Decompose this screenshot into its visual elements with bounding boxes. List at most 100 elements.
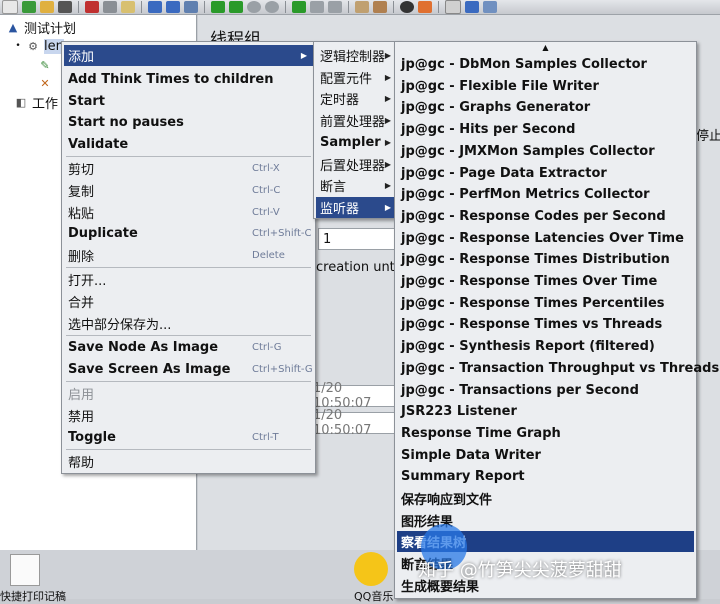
- menu-item-item[interactable]: 添加 ▶: [64, 45, 313, 66]
- stop-test-label[interactable]: 停止: [696, 125, 720, 144]
- listener-item-jp-gc-transactions-per-second[interactable]: jp@gc - Transactions per Second: [397, 380, 694, 401]
- scroll-up-arrow-icon[interactable]: ▲: [395, 43, 696, 52]
- listener-item-jp-gc-response-times-over-time[interactable]: jp@gc - Response Times Over Time: [397, 271, 694, 292]
- toolbar-separator: [393, 1, 394, 13]
- submenu-item-0[interactable]: 逻辑控制器 ▶: [316, 45, 397, 66]
- submenu-item-2[interactable]: 定时器 ▶: [316, 88, 397, 109]
- listener-item-jp-gc-response-times-vs-threads[interactable]: jp@gc - Response Times vs Threads: [397, 314, 694, 335]
- search-icon[interactable]: [400, 1, 414, 13]
- menu-item-label: 后置处理器: [320, 158, 386, 174]
- listener-item-jsr223-listener[interactable]: JSR223 Listener: [397, 401, 694, 422]
- menu-item-item[interactable]: 打开...: [64, 269, 313, 290]
- listener-item-jp-gc-graphs-generator[interactable]: jp@gc - Graphs Generator: [397, 97, 694, 118]
- menu-separator: [66, 449, 311, 451]
- menu-item-label: jp@gc - Response Codes per Second: [401, 208, 666, 224]
- collapse-icon[interactable]: [166, 1, 180, 13]
- listener-item-response-time-graph[interactable]: Response Time Graph: [397, 423, 694, 444]
- menu-item-start[interactable]: Start: [64, 91, 313, 112]
- menu-separator: [66, 156, 311, 158]
- menu-item-item[interactable]: 选中部分保存为...: [64, 313, 313, 334]
- listener-item-simple-data-writer[interactable]: Simple Data Writer: [397, 445, 694, 466]
- toolbar-separator: [78, 1, 79, 13]
- menu-item-label: jp@gc - PerfMon Metrics Collector: [401, 187, 650, 203]
- menu-item-item[interactable]: 复制 Ctrl-C: [64, 180, 313, 201]
- help-icon[interactable]: [465, 1, 479, 13]
- menu-item-item[interactable]: 禁用: [64, 405, 313, 426]
- submenu-item-6[interactable]: 断言 ▶: [316, 175, 397, 196]
- expand-icon[interactable]: [148, 1, 162, 13]
- remote-start-icon[interactable]: [292, 1, 306, 13]
- reset-search-icon[interactable]: [418, 1, 432, 13]
- tree-node-listener[interactable]: ✕: [38, 74, 56, 92]
- clear-all-icon[interactable]: [373, 1, 387, 13]
- submenu-arrow-icon: ▶: [384, 116, 391, 126]
- menu-item-item[interactable]: 删除 Delete: [64, 245, 313, 266]
- menu-item-label: jp@gc - Response Latencies Over Time: [401, 230, 684, 246]
- save-icon[interactable]: [58, 1, 72, 13]
- new-icon[interactable]: [2, 0, 18, 14]
- menu-item-start-no-pauses[interactable]: Start no pauses: [64, 112, 313, 133]
- qq-music-icon[interactable]: [354, 552, 388, 586]
- submenu-item-3[interactable]: 前置处理器 ▶: [316, 110, 397, 131]
- start-time-field[interactable]: 1/20 10:50:07: [308, 381, 398, 411]
- menu-item-item[interactable]: 启用: [64, 383, 313, 404]
- copy-icon[interactable]: [103, 1, 117, 13]
- submenu-item-5[interactable]: 后置处理器 ▶: [316, 154, 397, 175]
- submenu-item-7[interactable]: 监听器 ▶: [316, 196, 397, 218]
- tree-node-workbench[interactable]: ◧ 工作: [14, 93, 59, 112]
- menu-item-label: jp@gc - Hits per Second: [401, 122, 576, 138]
- tree-node-test-plan[interactable]: ▲ 测试计划: [6, 18, 76, 37]
- listener-item-jp-gc-dbmon-samples-collector[interactable]: jp@gc - DbMon Samples Collector: [397, 54, 694, 75]
- listener-item-summary-report[interactable]: Summary Report: [397, 466, 694, 487]
- listener-item-item[interactable]: 保存响应到文件: [397, 488, 694, 509]
- listener-item-jp-gc-transaction-throughput-vs-threads[interactable]: jp@gc - Transaction Throughput vs Thread…: [397, 358, 719, 379]
- listener-item-jp-gc-response-times-percentiles[interactable]: jp@gc - Response Times Percentiles: [397, 293, 694, 314]
- loop-count-field[interactable]: 1: [318, 228, 398, 250]
- menu-item-item[interactable]: 帮助: [64, 451, 313, 472]
- menu-item-item[interactable]: 剪切 Ctrl-X: [64, 158, 313, 179]
- listener-item-jp-gc-perfmon-metrics-collector[interactable]: jp@gc - PerfMon Metrics Collector: [397, 184, 694, 205]
- start-no-pauses-icon[interactable]: [229, 1, 243, 13]
- listener-item-jp-gc-response-times-distribution[interactable]: jp@gc - Response Times Distribution: [397, 249, 694, 270]
- menu-item-item[interactable]: 粘贴 Ctrl-V: [64, 202, 313, 223]
- document-icon[interactable]: [10, 554, 40, 586]
- open-icon[interactable]: [40, 1, 54, 13]
- menu-item-save-node-as-image[interactable]: Save Node As Image Ctrl-G: [64, 337, 313, 358]
- clear-icon[interactable]: [355, 1, 369, 13]
- menu-item-label: Start no pauses: [68, 115, 184, 131]
- remote-exit-icon[interactable]: [328, 1, 342, 13]
- tree-node-thread-group[interactable]: • ⚙ len: [14, 37, 64, 55]
- expand-handle-icon[interactable]: •: [14, 39, 22, 53]
- template-icon[interactable]: [22, 1, 36, 13]
- submenu-item-1[interactable]: 配置元件 ▶: [316, 67, 397, 88]
- menu-item-item[interactable]: 合并: [64, 291, 313, 312]
- submenu-arrow-icon: ▶: [384, 94, 391, 104]
- menu-item-toggle[interactable]: Toggle Ctrl-T: [64, 427, 313, 448]
- log-icon[interactable]: [483, 1, 497, 13]
- tree-node-sampler[interactable]: ✎: [38, 56, 56, 74]
- listener-item-jp-gc-page-data-extractor[interactable]: jp@gc - Page Data Extractor: [397, 163, 694, 184]
- menu-item-add-think-times-to-children[interactable]: Add Think Times to children: [64, 69, 313, 90]
- listener-item-jp-gc-jmxmon-samples-collector[interactable]: jp@gc - JMXMon Samples Collector: [397, 141, 694, 162]
- paste-icon[interactable]: [121, 1, 135, 13]
- listener-item-jp-gc-hits-per-second[interactable]: jp@gc - Hits per Second: [397, 119, 694, 140]
- submenu-item-4[interactable]: Sampler ▶: [316, 132, 397, 153]
- function-helper-icon[interactable]: [445, 0, 461, 14]
- cut-icon[interactable]: [85, 1, 99, 13]
- start-icon[interactable]: [211, 1, 225, 13]
- menu-item-accelerator: Ctrl-C: [252, 185, 281, 196]
- stop-icon[interactable]: [247, 1, 261, 13]
- listener-item-jp-gc-response-latencies-over-time[interactable]: jp@gc - Response Latencies Over Time: [397, 228, 694, 249]
- toggle-icon[interactable]: [184, 1, 198, 13]
- menu-item-validate[interactable]: Validate: [64, 134, 313, 155]
- listener-item-jp-gc-response-codes-per-second[interactable]: jp@gc - Response Codes per Second: [397, 206, 694, 227]
- remote-stop-icon[interactable]: [310, 1, 324, 13]
- shutdown-icon[interactable]: [265, 1, 279, 13]
- listener-item-jp-gc-flexible-file-writer[interactable]: jp@gc - Flexible File Writer: [397, 76, 694, 97]
- listener-item-jp-gc-synthesis-report-filtered[interactable]: jp@gc - Synthesis Report (filtered): [397, 336, 694, 357]
- menu-item-duplicate[interactable]: Duplicate Ctrl+Shift-C: [64, 223, 313, 244]
- tree-node-label: 工作: [32, 96, 59, 112]
- menu-item-save-screen-as-image[interactable]: Save Screen As Image Ctrl+Shift-G: [64, 359, 313, 380]
- menu-item-label: 禁用: [68, 410, 95, 425]
- end-time-field[interactable]: 1/20 10:50:07: [308, 408, 398, 438]
